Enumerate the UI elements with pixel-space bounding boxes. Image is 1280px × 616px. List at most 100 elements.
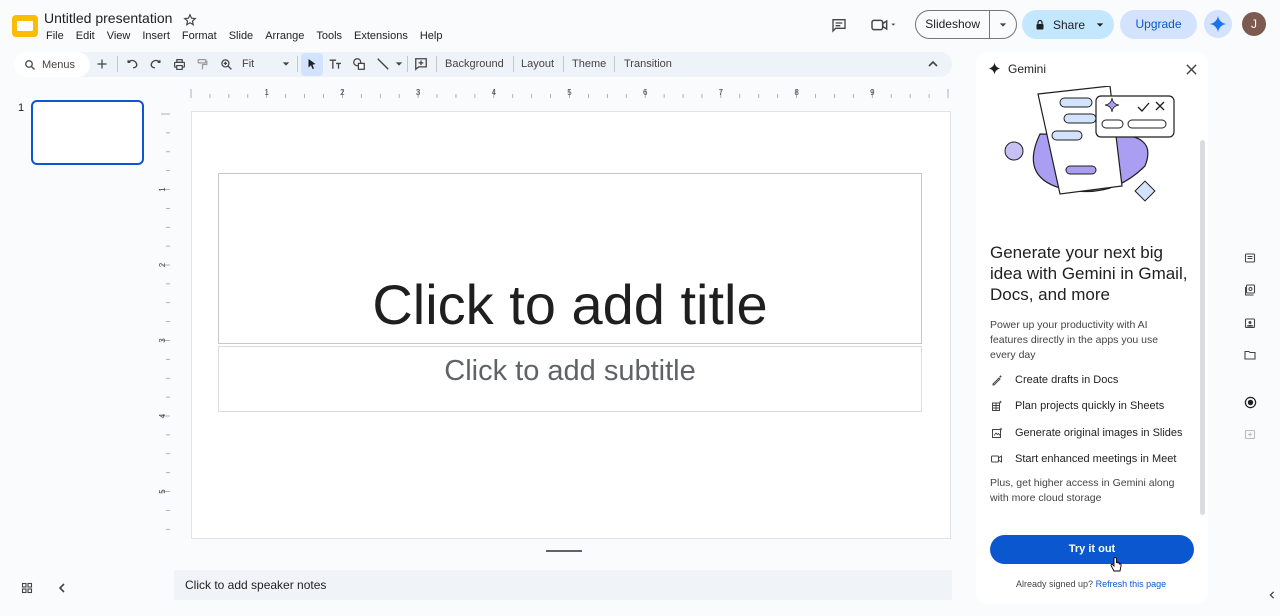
- try-it-out-button[interactable]: Try it out: [990, 535, 1194, 564]
- ruler-label: 2: [340, 88, 345, 97]
- toolbar-divider: [513, 56, 514, 72]
- slide-thumbnail[interactable]: [31, 100, 144, 165]
- slide-number: 1: [18, 102, 25, 114]
- ruler-label: 7: [719, 88, 724, 97]
- ruler-label: 4: [158, 413, 167, 418]
- ruler-label: 6: [643, 88, 648, 97]
- insert-comment-icon[interactable]: [413, 56, 429, 72]
- zoom-select-label[interactable]: Fit: [242, 58, 254, 70]
- feature-item: Start enhanced meetings in Meet: [990, 452, 1176, 465]
- avatar[interactable]: J: [1242, 12, 1266, 36]
- notes-resize-handle[interactable]: [546, 550, 582, 552]
- new-slide-plus-icon[interactable]: [94, 56, 110, 72]
- ruler-label: 9: [870, 88, 875, 97]
- subtitle-placeholder-box[interactable]: Click to add subtitle: [218, 346, 922, 412]
- collapse-chevron-up-icon[interactable]: [925, 56, 941, 72]
- speaker-notes[interactable]: Click to add speaker notes: [174, 570, 952, 600]
- menu-format[interactable]: Format: [176, 30, 223, 42]
- gemini-headline: Generate your next big idea with Gemini …: [990, 243, 1188, 304]
- slideshow-label[interactable]: Slideshow: [916, 11, 991, 38]
- line-icon[interactable]: [375, 56, 391, 72]
- chevron-down-icon[interactable]: [393, 56, 405, 72]
- paint-format-icon[interactable]: [194, 56, 210, 72]
- comment-icon[interactable]: [830, 16, 848, 34]
- table-sparkle-icon: [990, 399, 1003, 412]
- menu-arrange[interactable]: Arrange: [259, 30, 310, 42]
- gemini-promo-illustration: [1004, 86, 1175, 202]
- menu-insert[interactable]: Insert: [136, 30, 176, 42]
- menu-slide[interactable]: Slide: [223, 30, 259, 42]
- ruler-label: 3: [416, 88, 421, 97]
- contacts-icon[interactable]: [1243, 316, 1257, 330]
- gemini-sparkle-button[interactable]: [1204, 10, 1232, 38]
- lock-icon: [1022, 19, 1048, 31]
- horizontal-ruler: 1 2 3 4 5 6 7 8 9: [190, 88, 949, 98]
- refresh-page-link[interactable]: Refresh this page: [1096, 579, 1167, 589]
- record-icon[interactable]: [1243, 395, 1257, 409]
- cursor-select-icon[interactable]: [304, 56, 320, 72]
- menu-file[interactable]: File: [40, 30, 70, 42]
- upgrade-button[interactable]: Upgrade: [1120, 10, 1197, 39]
- title-placeholder-text[interactable]: Click to add title: [219, 274, 921, 336]
- share-button[interactable]: Share: [1022, 10, 1114, 39]
- shape-icon[interactable]: [351, 56, 367, 72]
- chevron-down-icon[interactable]: [1090, 21, 1110, 29]
- feature-label: Create drafts in Docs: [1015, 373, 1119, 386]
- text-box-icon[interactable]: [327, 56, 343, 72]
- feature-label: Start enhanced meetings in Meet: [1015, 452, 1177, 465]
- video-icon: [990, 452, 1003, 465]
- gemini-sparkle-icon: [987, 61, 1001, 75]
- hide-side-panel-chevron-icon[interactable]: [1266, 588, 1278, 602]
- menu-extensions[interactable]: Extensions: [348, 30, 414, 42]
- menu-help[interactable]: Help: [414, 30, 449, 42]
- gemini-storage-note: Plus, get higher access in Gemini along …: [990, 477, 1175, 504]
- ruler-label: 5: [567, 88, 572, 97]
- theme-button[interactable]: Theme: [572, 58, 606, 70]
- toolbar-divider: [117, 56, 118, 72]
- add-on-icon[interactable]: [1243, 427, 1257, 441]
- search-menus-label: Menus: [42, 58, 76, 71]
- feature-item: Generate original images in Slides: [990, 426, 1183, 439]
- menu-view[interactable]: View: [101, 30, 137, 42]
- toolbar-divider: [436, 56, 437, 72]
- image-sparkle-icon: [990, 426, 1003, 439]
- keep-notes-icon[interactable]: [1243, 251, 1257, 265]
- collapse-filmstrip-chevron-icon[interactable]: [54, 580, 70, 596]
- hand-pointer-cursor-icon: [1108, 556, 1124, 574]
- panel-scrollbar[interactable]: [1200, 140, 1205, 515]
- ruler-label: 8: [794, 88, 799, 97]
- close-icon[interactable]: [1184, 62, 1198, 76]
- title-placeholder-box[interactable]: Click to add title: [218, 173, 922, 344]
- layout-button[interactable]: Layout: [521, 58, 554, 70]
- print-icon[interactable]: [171, 56, 187, 72]
- undo-icon[interactable]: [124, 56, 140, 72]
- zoom-icon[interactable]: [218, 56, 234, 72]
- slides-logo[interactable]: [12, 15, 38, 37]
- subtitle-placeholder-text[interactable]: Click to add subtitle: [219, 355, 921, 388]
- gemini-description: Power up your productivity with AI featu…: [990, 319, 1159, 361]
- folder-icon[interactable]: [1243, 348, 1257, 362]
- menu-edit[interactable]: Edit: [70, 30, 101, 42]
- menu-tools[interactable]: Tools: [310, 30, 348, 42]
- grid-view-icon[interactable]: [19, 580, 35, 596]
- document-title[interactable]: Untitled presentation: [44, 10, 172, 26]
- feature-label: Generate original images in Slides: [1015, 426, 1183, 439]
- gemini-panel-title: Gemini: [1008, 62, 1047, 76]
- search-menus-button[interactable]: Menus: [14, 52, 90, 77]
- background-button[interactable]: Background: [445, 58, 504, 70]
- feature-item: Plan projects quickly in Sheets: [990, 399, 1164, 412]
- chevron-down-icon[interactable]: [278, 56, 294, 72]
- ruler-label: 1: [264, 88, 269, 97]
- ruler-label: 4: [492, 88, 497, 97]
- slideshow-button[interactable]: Slideshow: [915, 10, 1017, 39]
- share-label: Share: [1052, 17, 1086, 32]
- pen-sparkle-icon: [990, 373, 1003, 386]
- star-icon[interactable]: [182, 12, 198, 28]
- toolbar-divider: [563, 56, 564, 72]
- toolbar-divider: [407, 56, 408, 72]
- tasks-icon[interactable]: [1243, 283, 1257, 297]
- redo-icon[interactable]: [147, 56, 163, 72]
- chevron-down-icon[interactable]: [990, 21, 1016, 29]
- meet-video-icon[interactable]: [868, 16, 900, 34]
- transition-button[interactable]: Transition: [624, 58, 672, 70]
